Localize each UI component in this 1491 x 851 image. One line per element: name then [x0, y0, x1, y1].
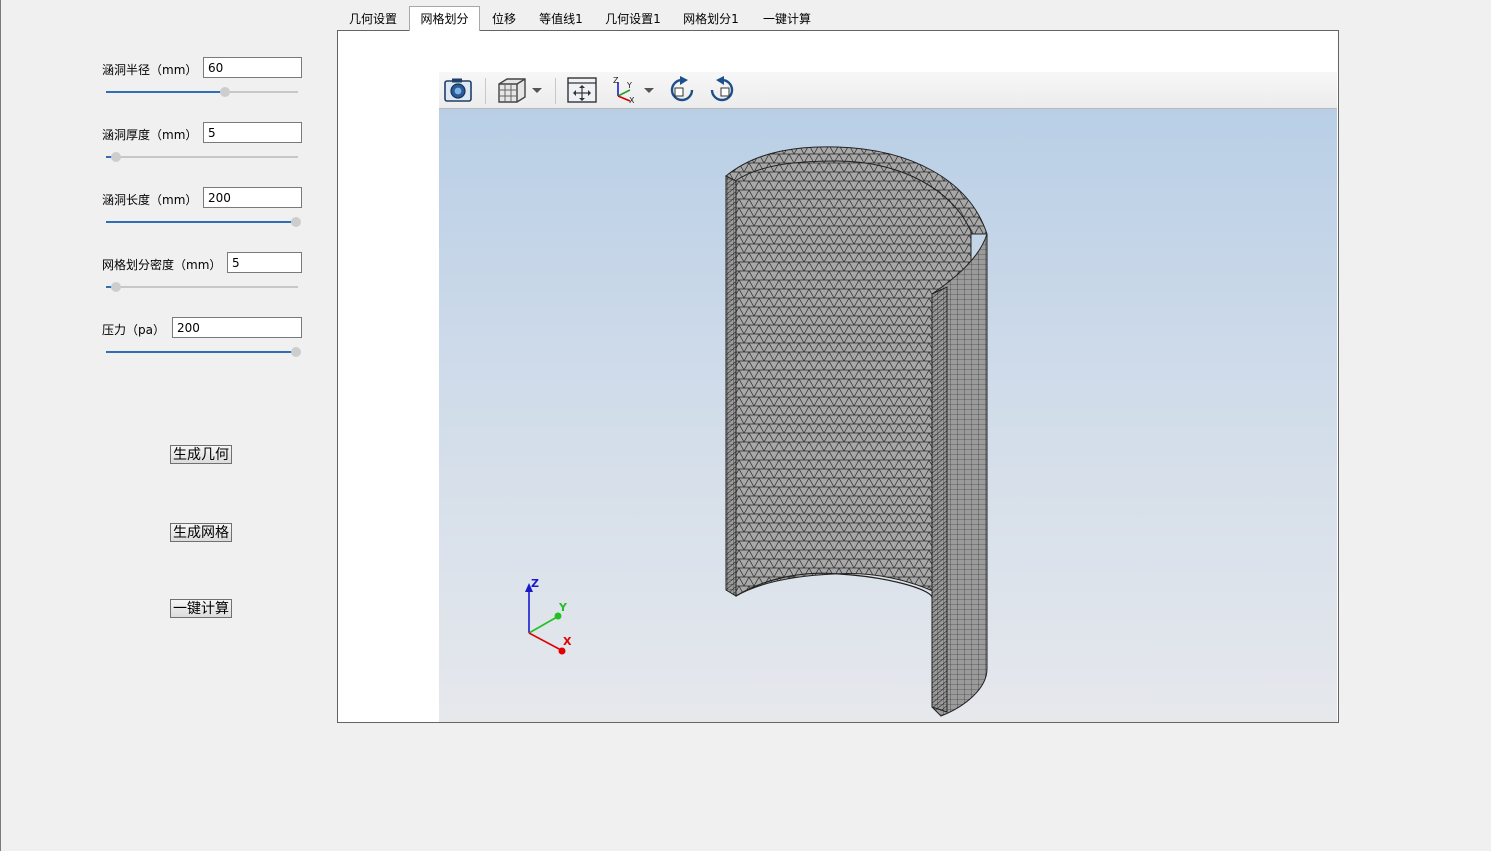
axes-triad: Z Y X — [525, 577, 572, 655]
y-axis-label: Y — [558, 601, 568, 614]
toolbar-separator — [485, 78, 486, 104]
tab-meshing[interactable]: 网格划分 — [409, 6, 480, 31]
length-input[interactable] — [203, 187, 302, 208]
x-axis-arrow — [558, 647, 566, 655]
axes-orientation-icon[interactable]: Z Y X — [610, 76, 658, 104]
param-label-radius: 涵洞半径（mm） — [102, 63, 198, 77]
tab-meshing-1[interactable]: 网格划分1 — [674, 9, 748, 30]
toolbar-separator — [555, 78, 556, 104]
slider-fill — [106, 221, 296, 223]
z-axis-label: Z — [531, 577, 539, 590]
slider-fill — [106, 91, 225, 93]
rotate-cw-icon[interactable] — [667, 76, 697, 104]
tab-one-click-compute[interactable]: 一键计算 — [752, 9, 822, 30]
svg-text:Y: Y — [626, 81, 632, 90]
y-axis — [528, 616, 558, 634]
window-edge — [0, 0, 1, 851]
mesh-density-input[interactable] — [227, 252, 302, 273]
radius-input[interactable] — [203, 57, 302, 78]
fit-view-icon[interactable] — [566, 76, 598, 104]
thickness-input[interactable] — [203, 122, 302, 143]
pressure-slider[interactable] — [106, 346, 301, 358]
radius-slider[interactable] — [106, 86, 298, 98]
viewer-toolbar: Z Y X — [439, 72, 1337, 109]
slider-handle[interactable] — [220, 87, 230, 97]
pressure-input[interactable] — [172, 317, 302, 338]
tab-geometry-settings[interactable]: 几何设置 — [338, 9, 408, 30]
param-label-thickness: 涵洞厚度（mm） — [102, 128, 198, 142]
x-axis-label: X — [563, 635, 572, 648]
slider-track — [106, 286, 298, 288]
x-axis — [528, 632, 562, 651]
slider-fill — [106, 351, 296, 353]
mesh-density-slider[interactable] — [106, 281, 298, 293]
svg-text:Z: Z — [613, 76, 619, 85]
svg-text:X: X — [629, 96, 635, 104]
slider-handle[interactable] — [111, 282, 121, 292]
generate-geometry-button[interactable]: 生成几何 — [170, 445, 232, 464]
param-label-length: 涵洞长度（mm） — [102, 193, 198, 207]
left-wall-edge — [725, 175, 737, 597]
one-click-compute-button[interactable]: 一键计算 — [170, 599, 232, 618]
camera-icon[interactable] — [442, 76, 474, 104]
tab-displacement[interactable]: 位移 — [481, 9, 527, 30]
thickness-slider[interactable] — [106, 151, 298, 163]
3d-viewer[interactable]: Z Y X Z Y X — [439, 72, 1337, 722]
param-label-pressure: 压力（pa） — [102, 323, 165, 337]
param-label-mesh-density: 网格划分密度（mm） — [102, 258, 222, 272]
slider-track — [106, 156, 298, 158]
view-cube-icon[interactable] — [495, 76, 545, 104]
tab-content-panel: Z Y X Z Y X — [337, 30, 1339, 723]
render-viewport[interactable]: Z Y X — [439, 109, 1337, 722]
right-wall-edge — [931, 286, 948, 713]
tab-geometry-settings-1[interactable]: 几何设置1 — [595, 9, 671, 30]
slider-handle[interactable] — [291, 217, 301, 227]
length-slider[interactable] — [106, 216, 301, 228]
slider-handle[interactable] — [291, 347, 301, 357]
slider-handle[interactable] — [111, 152, 121, 162]
generate-mesh-button[interactable]: 生成网格 — [170, 523, 232, 542]
tab-contour-1[interactable]: 等值线1 — [528, 9, 594, 30]
rotate-ccw-icon[interactable] — [707, 76, 737, 104]
